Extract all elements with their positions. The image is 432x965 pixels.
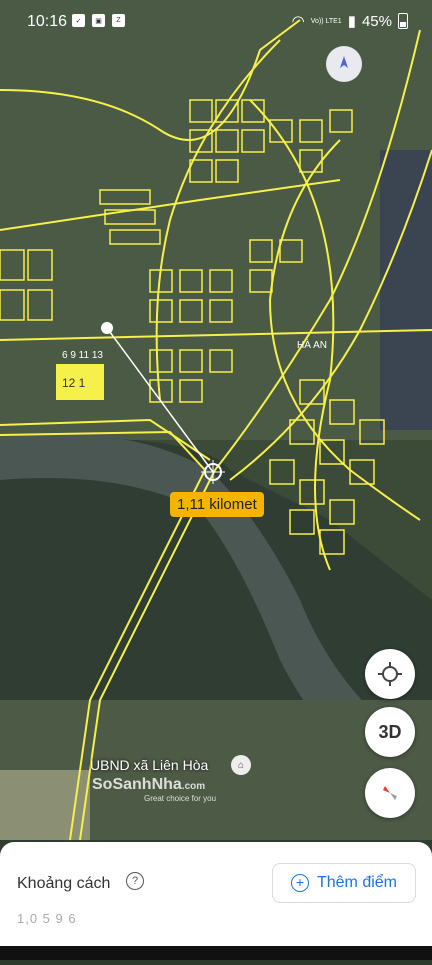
distance-value: 1,0 5 9 6 (17, 911, 77, 926)
wifi-icon: ◠ (291, 13, 305, 30)
satellite-map (0, 0, 432, 960)
map-compass-button[interactable] (326, 46, 362, 82)
locate-button[interactable] (365, 649, 415, 699)
zalo-icon: Z (112, 14, 125, 27)
area-label: HÀ AN (297, 340, 328, 351)
compass-icon (340, 56, 348, 68)
status-time: 10:16 (27, 13, 68, 30)
status-bar: 10:16 ✓ ▣ Z ◠ Vo)) LTE1 ▮ 45% (0, 0, 432, 44)
battery-icon (398, 13, 408, 29)
watermark: SoSanhNha.com Great choice for you (92, 776, 216, 803)
gallery-icon: ▣ (92, 14, 105, 27)
notification-icons: ✓ ▣ Z (72, 14, 125, 27)
system-nav-bar (0, 946, 432, 960)
distance-sheet: Khoảng cách ? + Thêm điểm 1,0 5 9 6 (0, 842, 432, 960)
signal-icon: ▮ (347, 13, 356, 30)
add-point-label: Thêm điểm (316, 874, 398, 891)
place-label: UBND xã Liên Hòa (90, 757, 209, 773)
watermark-tagline: Great choice for you (144, 794, 217, 803)
network-label: Vo)) LTE1 (310, 17, 342, 25)
help-icon[interactable]: ? (126, 872, 144, 890)
sheet-title: Khoảng cách (17, 875, 111, 892)
plus-icon: + (290, 874, 309, 892)
measurement-label: 1,11 kilomet (170, 492, 264, 517)
government-building-icon[interactable]: ⌂ (231, 755, 251, 775)
watermark-domain: .com (181, 781, 206, 792)
crosshair-icon (378, 662, 402, 686)
check-icon: ✓ (72, 14, 85, 27)
add-point-button[interactable]: + Thêm điểm (272, 863, 416, 903)
compass-button[interactable] (365, 768, 415, 818)
three-d-button[interactable]: 3D (365, 707, 415, 757)
status-right: ◠ Vo)) LTE1 ▮ 45% (292, 12, 408, 30)
map-view[interactable] (0, 0, 432, 960)
battery-percent: 45% (361, 12, 392, 30)
plot-label: 12 1 (62, 376, 86, 390)
watermark-name: SoSanhNha (92, 776, 182, 793)
plot-numbers: 6 9 11 13 (62, 350, 103, 361)
compass-needle-icon (383, 786, 397, 800)
